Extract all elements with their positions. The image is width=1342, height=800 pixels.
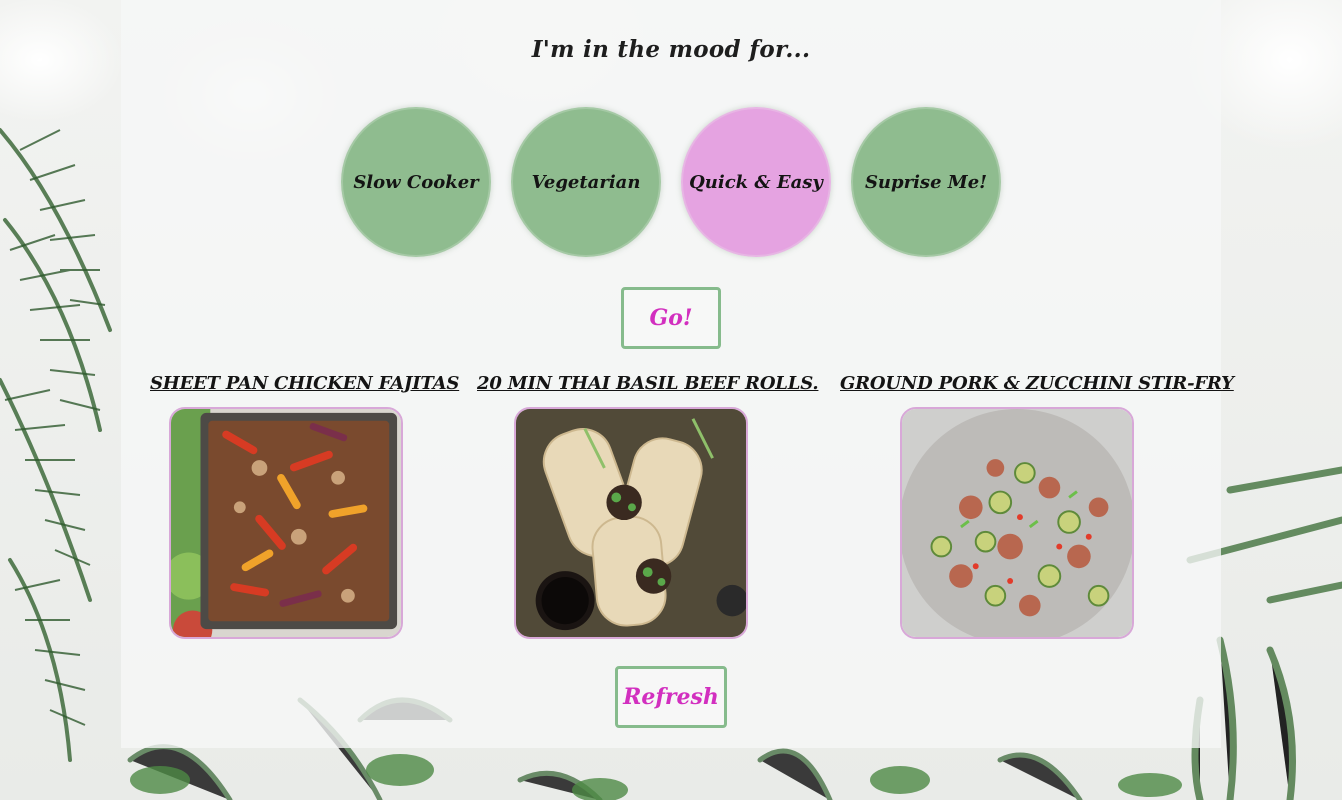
mood-button-surprise-me[interactable]: Suprise Me!: [851, 107, 1001, 257]
beef-rolls-photo-icon[interactable]: [514, 407, 748, 639]
fajitas-photo-icon[interactable]: [169, 407, 403, 639]
recipe-card: 20 Min Thai Basil Beef Rolls.: [477, 373, 819, 639]
mood-button-vegetarian[interactable]: Vegetarian: [511, 107, 661, 257]
mood-heading: I'm in the mood for...: [531, 36, 811, 63]
stir-fry-photo-icon[interactable]: [900, 407, 1134, 639]
refresh-button[interactable]: Refresh: [615, 666, 727, 728]
recipe-title-link[interactable]: 20 Min Thai Basil Beef Rolls.: [477, 373, 819, 394]
recipe-card: Ground Pork & Zucchini Stir-Fry: [840, 373, 1234, 639]
go-button[interactable]: Go!: [621, 287, 721, 349]
recipe-title-link[interactable]: Sheet Pan Chicken Fajitas: [150, 373, 459, 394]
mood-button-slow-cooker[interactable]: Slow Cooker: [341, 107, 491, 257]
mood-options: Slow Cooker Vegetarian Quick & Easy Supr…: [341, 107, 1001, 257]
recipe-card: Sheet Pan Chicken Fajitas: [150, 373, 459, 639]
mood-button-quick-easy[interactable]: Quick & Easy: [681, 107, 831, 257]
recipe-title-link[interactable]: Ground Pork & Zucchini Stir-Fry: [840, 373, 1234, 394]
main-panel: I'm in the mood for... Slow Cooker Veget…: [121, 0, 1234, 748]
